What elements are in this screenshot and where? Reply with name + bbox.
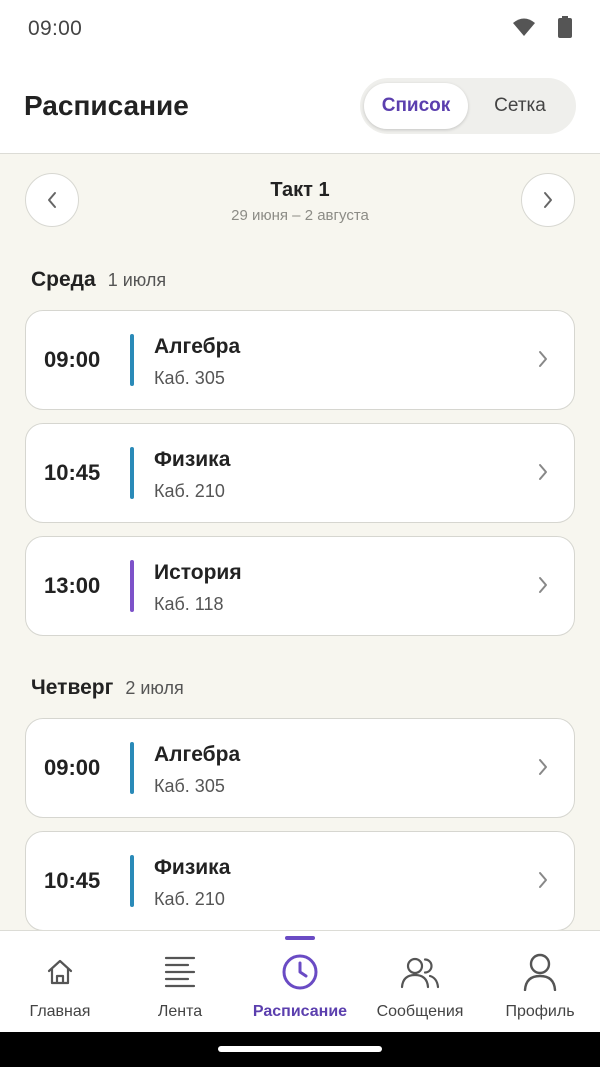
lesson-color-bar: [130, 334, 134, 386]
schedule-content[interactable]: Такт 1 29 июня – 2 августа Среда 1 июля …: [0, 155, 600, 930]
lesson-time: 09:00: [44, 755, 101, 780]
lesson-room: Каб. 305: [154, 368, 225, 388]
lesson-card[interactable]: 13:00 История Каб. 118: [25, 536, 575, 636]
lesson-room: Каб. 210: [154, 889, 225, 909]
nav-label: Лента: [157, 1003, 203, 1020]
view-grid-button[interactable]: Сетка: [468, 83, 572, 129]
lesson-card[interactable]: 09:00 Алгебра Каб. 305: [25, 310, 575, 410]
period-range: 29 июня – 2 августа: [231, 207, 369, 224]
nav-item-feed[interactable]: Лента: [120, 931, 240, 1032]
lesson-time: 10:45: [44, 460, 101, 485]
app-header: Расписание Список Сетка: [0, 58, 600, 154]
lesson-room: Каб. 305: [154, 776, 225, 796]
chevron-right-icon: [544, 192, 552, 208]
lesson-room: Каб. 210: [154, 481, 225, 501]
lesson-time: 13:00: [44, 573, 101, 598]
lesson-color-bar: [130, 560, 134, 612]
lesson-subject: История: [154, 561, 242, 584]
chevron-right-icon: [539, 872, 547, 888]
chevron-right-icon: [539, 464, 547, 480]
status-bar: 09:00: [0, 0, 600, 58]
wifi-icon: [512, 17, 536, 42]
profile-icon: [523, 951, 557, 993]
nav-item-messages[interactable]: Сообщения: [360, 931, 480, 1032]
battery-icon: [558, 15, 572, 43]
chevron-right-icon: [539, 759, 547, 775]
home-icon: [45, 951, 75, 993]
lesson-subject: Алгебра: [154, 743, 241, 766]
nav-label: Профиль: [505, 1003, 575, 1020]
nav-item-schedule[interactable]: Расписание: [240, 931, 360, 1032]
view-list-button[interactable]: Список: [364, 82, 468, 129]
system-gesture-area: [0, 1032, 600, 1067]
nav-label: Главная: [29, 1003, 91, 1020]
bottom-navigation: Главная Лента Расписание Сообщения Профи…: [0, 930, 600, 1032]
home-gesture-bar[interactable]: [218, 1046, 382, 1052]
lesson-time: 10:45: [44, 868, 101, 893]
nav-label: Расписание: [252, 1003, 348, 1020]
lesson-card[interactable]: 10:45 Физика Каб. 210: [25, 831, 575, 930]
day-name: Четверг: [31, 676, 114, 699]
lesson-card[interactable]: 09:00 Алгебра Каб. 305: [25, 718, 575, 818]
lesson-color-bar: [130, 855, 134, 907]
clock-icon: [281, 951, 319, 993]
day-date: 1 июля: [107, 270, 167, 290]
next-period-button[interactable]: [521, 173, 575, 227]
day-date: 2 июля: [125, 678, 184, 698]
day-header: Четверг 2 июля: [31, 676, 184, 700]
page-title: Расписание: [24, 89, 189, 121]
lesson-time: 09:00: [44, 347, 101, 372]
nav-item-home[interactable]: Главная: [0, 931, 120, 1032]
lesson-room: Каб. 118: [154, 594, 224, 614]
lesson-color-bar: [130, 742, 134, 794]
status-icons: [512, 15, 572, 43]
lesson-color-bar: [130, 447, 134, 499]
nav-label: Сообщения: [376, 1003, 464, 1020]
day-name: Среда: [31, 268, 96, 291]
day-header: Среда 1 июля: [31, 268, 166, 292]
period-navigator: Такт 1 29 июня – 2 августа: [25, 173, 575, 229]
messages-icon: [400, 951, 440, 993]
chevron-right-icon: [539, 577, 547, 593]
lesson-subject: Алгебра: [154, 335, 241, 358]
feed-icon: [163, 951, 197, 993]
lesson-card[interactable]: 10:45 Физика Каб. 210: [25, 423, 575, 523]
period-title: Такт 1: [270, 179, 330, 201]
active-indicator: [285, 936, 315, 940]
status-time: 09:00: [28, 17, 83, 40]
lesson-subject: Физика: [154, 448, 231, 471]
chevron-right-icon: [539, 351, 547, 367]
lesson-subject: Физика: [154, 856, 231, 879]
nav-item-profile[interactable]: Профиль: [480, 931, 600, 1032]
view-toggle: Список Сетка: [360, 77, 576, 134]
